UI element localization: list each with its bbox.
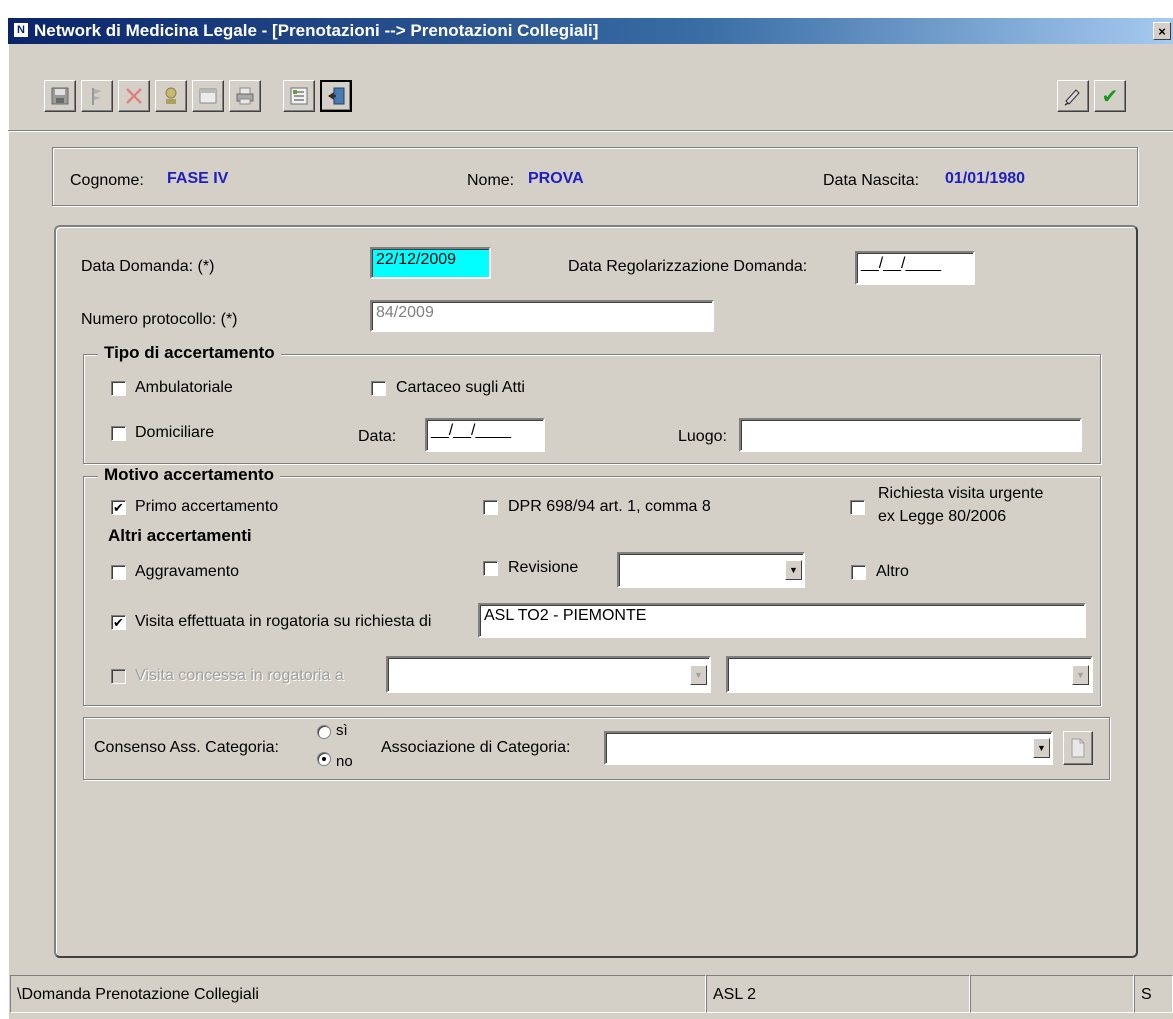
revisione-select[interactable]	[617, 552, 805, 588]
concessa-select-1[interactable]	[386, 656, 711, 693]
data-domanda-input[interactable]: 22/12/2009	[370, 247, 491, 279]
data-input[interactable]: __/__/____	[425, 418, 545, 452]
altri-heading: Altri accertamenti	[108, 526, 252, 545]
calendar-icon	[199, 88, 217, 104]
status-empty	[970, 975, 1134, 1013]
confirm-check-icon: ✔	[1101, 85, 1119, 108]
title-bar: N Network di Medicina Legale - [Prenotaz…	[8, 18, 1173, 44]
primo-checkbox[interactable]: ✔	[111, 500, 126, 515]
status-mode: S	[1134, 975, 1173, 1013]
rogatoria-checkbox[interactable]: ✔	[111, 615, 126, 630]
revisione-checkbox[interactable]	[483, 561, 498, 576]
print-icon	[236, 87, 254, 105]
close-button[interactable]: ×	[1153, 22, 1171, 40]
aggravamento-label: Aggravamento	[135, 563, 240, 580]
status-asl: ASL 2	[706, 975, 970, 1013]
dpr-checkbox[interactable]	[483, 500, 498, 515]
window-title: Network di Medicina Legale - [Prenotazio…	[34, 21, 599, 40]
concessa-select-2[interactable]	[726, 656, 1093, 693]
calendar-button[interactable]	[192, 80, 224, 112]
flag-icon	[92, 88, 102, 105]
consenso-no-dot	[322, 757, 326, 761]
name-label: Nome:	[467, 172, 515, 189]
urgente-checkbox[interactable]	[850, 500, 865, 515]
status-path: \Domanda Prenotazione Collegiali	[10, 975, 706, 1013]
concessa-checkbox[interactable]	[111, 669, 126, 684]
urgente-label-line2: ex Legge 80/2006	[878, 508, 1007, 525]
cartaceo-checkbox[interactable]	[371, 381, 386, 396]
data-label: Data:	[358, 428, 397, 445]
user-key-button[interactable]	[155, 80, 187, 112]
concessa-dropdown-2[interactable]: ▼	[1072, 665, 1089, 685]
assoc-dropdown-button[interactable]: ▼	[1033, 738, 1050, 758]
list-button[interactable]	[283, 80, 315, 112]
save-button[interactable]	[44, 80, 76, 112]
luogo-input[interactable]	[739, 418, 1082, 452]
urgente-label-line1: Richiesta visita urgente	[878, 485, 1044, 502]
surname-value: FASE IV	[167, 170, 229, 187]
altro-label: Altro	[876, 563, 909, 580]
delete-icon	[126, 88, 142, 104]
new-document-icon	[1071, 738, 1085, 758]
assoc-label: Associazione di Categoria:	[381, 739, 571, 756]
altro-checkbox[interactable]	[851, 565, 866, 580]
consenso-no-label: no	[336, 753, 353, 770]
consenso-no-radio[interactable]	[317, 752, 331, 766]
assoc-select[interactable]	[604, 731, 1053, 765]
list-icon	[290, 87, 308, 105]
revisione-label: Revisione	[508, 559, 579, 576]
rogatoria-input[interactable]: ASL TO2 - PIEMONTE	[478, 603, 1086, 638]
exit-icon	[328, 87, 345, 105]
toolbar-separator	[8, 130, 1173, 132]
aggravamento-checkbox[interactable]	[111, 565, 126, 580]
primo-label: Primo accertamento	[135, 498, 279, 515]
sign-button[interactable]	[1057, 80, 1089, 112]
domiciliare-checkbox[interactable]	[111, 426, 126, 441]
app-icon: N	[14, 23, 28, 37]
user-key-icon	[165, 87, 177, 104]
consenso-label: Consenso Ass. Categoria:	[94, 739, 279, 756]
domiciliare-label: Domiciliare	[135, 424, 215, 441]
confirm-button[interactable]: ✔	[1094, 80, 1126, 112]
data-reg-label: Data Regolarizzazione Domanda:	[568, 258, 808, 275]
concessa-label: Visita concessa in rogatoria a	[135, 667, 344, 684]
protocollo-label: Numero protocollo: (*)	[81, 311, 238, 328]
dpr-label: DPR 698/94 art. 1, comma 8	[508, 498, 711, 515]
birth-label: Data Nascita:	[823, 172, 920, 189]
save-icon	[51, 87, 69, 105]
rogatoria-label: Visita effettuata in rogatoria su richie…	[135, 613, 432, 630]
delete-button[interactable]	[118, 80, 150, 112]
flag-button[interactable]	[81, 80, 113, 112]
ambulatoriale-checkbox[interactable]	[111, 381, 126, 396]
motivo-legend: Motivo accertamento	[98, 465, 281, 485]
name-value: PROVA	[528, 170, 584, 187]
ambulatoriale-label: Ambulatoriale	[135, 379, 233, 396]
revisione-dropdown-button[interactable]: ▼	[785, 560, 802, 580]
pen-sign-icon	[1064, 89, 1080, 106]
print-button[interactable]	[229, 80, 261, 112]
primo-check-mark: ✔	[113, 500, 124, 515]
surname-label: Cognome:	[70, 172, 144, 189]
luogo-label: Luogo:	[678, 428, 727, 445]
exit-button[interactable]	[320, 80, 352, 112]
consenso-yes-radio[interactable]	[317, 725, 331, 739]
concessa-dropdown-1[interactable]: ▼	[690, 665, 707, 685]
consenso-yes-label: sì	[336, 722, 348, 739]
data-domanda-label: Data Domanda: (*)	[81, 258, 215, 275]
protocollo-input[interactable]: 84/2009	[370, 300, 714, 332]
data-reg-input[interactable]: __/__/____	[855, 251, 975, 285]
rogatoria-check-mark: ✔	[113, 615, 124, 630]
birth-value: 01/01/1980	[945, 170, 1026, 187]
new-assoc-button[interactable]	[1063, 731, 1093, 765]
cartaceo-label: Cartaceo sugli Atti	[396, 379, 525, 396]
tipo-legend: Tipo di accertamento	[98, 343, 281, 363]
